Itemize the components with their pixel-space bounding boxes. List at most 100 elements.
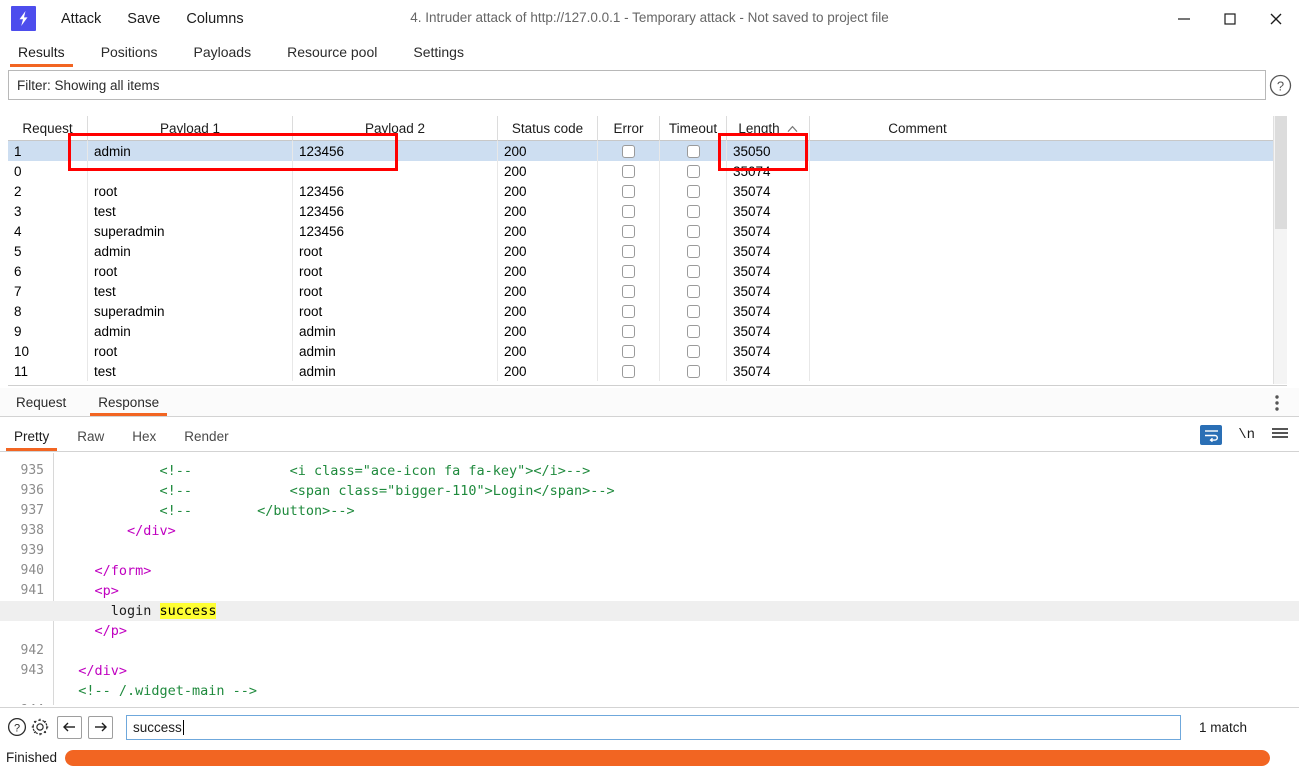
search-input[interactable]: success [126, 714, 1181, 740]
error-checkbox[interactable] [622, 264, 635, 278]
search-match-highlight: success [159, 603, 217, 619]
view-tab-render[interactable]: Render [170, 426, 242, 451]
message-tab-request[interactable]: Request [0, 391, 82, 416]
table-row[interactable]: 4 superadmin 123456 200 35074 [8, 221, 1287, 241]
view-tab-hex[interactable]: Hex [118, 426, 170, 451]
timeout-checkbox[interactable] [686, 364, 700, 378]
tab-positions[interactable]: Positions [83, 41, 176, 67]
cell-error [598, 221, 660, 241]
table-body: 1 admin 123456 200 35050 0 200 35074 2 root 123456… [8, 141, 1287, 381]
search-match-count: 1 match [1199, 719, 1248, 735]
error-checkbox[interactable] [622, 344, 635, 358]
message-tab-response[interactable]: Response [82, 391, 175, 416]
column-header-payload-2[interactable]: Payload 2 [293, 116, 498, 141]
column-header-payload-1[interactable]: Payload 1 [88, 116, 293, 141]
timeout-checkbox[interactable] [686, 244, 700, 258]
code-line-text: <p> [94, 583, 119, 599]
table-row[interactable]: 7 test root 200 35074 [8, 281, 1287, 301]
line-number: 943 [20, 663, 44, 678]
filter-help-icon[interactable]: ? [1267, 72, 1294, 99]
table-row[interactable]: 1 admin 123456 200 35050 [8, 141, 1287, 161]
code-line-text: </div> [78, 663, 128, 679]
close-icon[interactable] [1253, 0, 1299, 37]
column-header-status-code[interactable]: Status code [498, 116, 598, 141]
tab-payloads[interactable]: Payloads [176, 41, 270, 67]
menu-attack[interactable]: Attack [48, 7, 114, 31]
table-row[interactable]: 0 200 35074 [8, 161, 1287, 181]
line-number: 937 [20, 503, 44, 518]
code-line: 936 <!-- <span class="bigger-110">Login<… [0, 481, 1299, 501]
minimize-icon[interactable] [1161, 0, 1207, 37]
table-row[interactable]: 11 test admin 200 35074 [8, 361, 1287, 381]
more-options-icon[interactable] [1269, 394, 1285, 417]
table-row[interactable]: 6 root root 200 35074 [8, 261, 1287, 281]
tab-settings[interactable]: Settings [395, 41, 482, 67]
error-checkbox[interactable] [622, 284, 635, 298]
timeout-checkbox[interactable] [686, 344, 700, 358]
cell-payload-1 [88, 161, 293, 181]
view-tab-pretty[interactable]: Pretty [0, 426, 63, 451]
column-header-error[interactable]: Error [598, 116, 660, 141]
hamburger-menu-icon[interactable] [1271, 426, 1289, 445]
search-help-icon[interactable]: ? [6, 716, 28, 738]
cell-payload-1: test [88, 361, 293, 381]
table-row[interactable]: 3 test 123456 200 35074 [8, 201, 1287, 221]
response-toolbar: \n [1200, 425, 1289, 445]
view-tab-raw[interactable]: Raw [63, 426, 118, 451]
menu-columns[interactable]: Columns [173, 7, 256, 31]
timeout-checkbox[interactable] [686, 224, 700, 238]
search-input-value: success [133, 719, 182, 735]
code-line: 937 <!-- </button>--> [0, 501, 1299, 521]
tab-resource-pool[interactable]: Resource pool [269, 41, 395, 67]
cell-payload-2: 123456 [293, 181, 498, 201]
timeout-checkbox[interactable] [686, 284, 700, 298]
search-settings-gear-icon[interactable] [29, 716, 51, 738]
word-wrap-icon[interactable] [1200, 425, 1223, 445]
error-checkbox[interactable] [622, 144, 635, 158]
timeout-checkbox[interactable] [686, 164, 700, 178]
cell-request: 9 [8, 321, 88, 341]
cell-timeout [660, 141, 727, 161]
scrollbar-thumb[interactable] [1275, 116, 1287, 229]
timeout-checkbox[interactable] [686, 264, 700, 278]
column-header-request[interactable]: Request [8, 116, 88, 141]
table-row[interactable]: 8 superadmin root 200 35074 [8, 301, 1287, 321]
error-checkbox[interactable] [622, 364, 635, 378]
maximize-icon[interactable] [1207, 0, 1253, 37]
error-checkbox[interactable] [622, 184, 635, 198]
menu-save[interactable]: Save [114, 7, 173, 31]
cell-length: 35074 [727, 181, 810, 201]
code-line: 944 [0, 701, 1299, 705]
results-table-scrollbar[interactable] [1273, 116, 1287, 384]
error-checkbox[interactable] [622, 324, 635, 338]
timeout-checkbox[interactable] [686, 304, 700, 318]
timeout-checkbox[interactable] [686, 184, 700, 198]
table-row[interactable]: 9 admin admin 200 35074 [8, 321, 1287, 341]
table-row[interactable]: 5 admin root 200 35074 [8, 241, 1287, 261]
newline-icon[interactable]: \n [1238, 427, 1255, 443]
timeout-checkbox[interactable] [686, 144, 700, 158]
cell-status-code: 200 [498, 221, 598, 241]
timeout-checkbox[interactable] [686, 324, 700, 338]
response-code-viewer[interactable]: 935 <!-- <i class="ace-icon fa fa-key"><… [0, 453, 1299, 705]
message-tab-strip: Request Response [0, 388, 1299, 417]
code-line: 943 </div> [0, 661, 1299, 681]
column-header-timeout[interactable]: Timeout [660, 116, 727, 141]
tab-results[interactable]: Results [0, 41, 83, 67]
column-header-length[interactable]: Length [727, 116, 810, 141]
cell-status-code: 200 [498, 241, 598, 261]
column-header-comment[interactable]: Comment [810, 116, 1025, 141]
error-checkbox[interactable] [622, 304, 635, 318]
timeout-checkbox[interactable] [686, 204, 700, 218]
error-checkbox[interactable] [622, 204, 635, 218]
code-line: login success [0, 601, 1299, 621]
table-row[interactable]: 2 root 123456 200 35074 [8, 181, 1287, 201]
table-row[interactable]: 10 root admin 200 35074 [8, 341, 1287, 361]
error-checkbox[interactable] [622, 244, 635, 258]
error-checkbox[interactable] [622, 224, 635, 238]
error-checkbox[interactable] [622, 164, 635, 178]
search-prev-button[interactable] [57, 715, 82, 739]
search-next-button[interactable] [88, 715, 113, 739]
filter-bar[interactable]: Filter: Showing all items [8, 70, 1266, 100]
cell-request: 10 [8, 341, 88, 361]
